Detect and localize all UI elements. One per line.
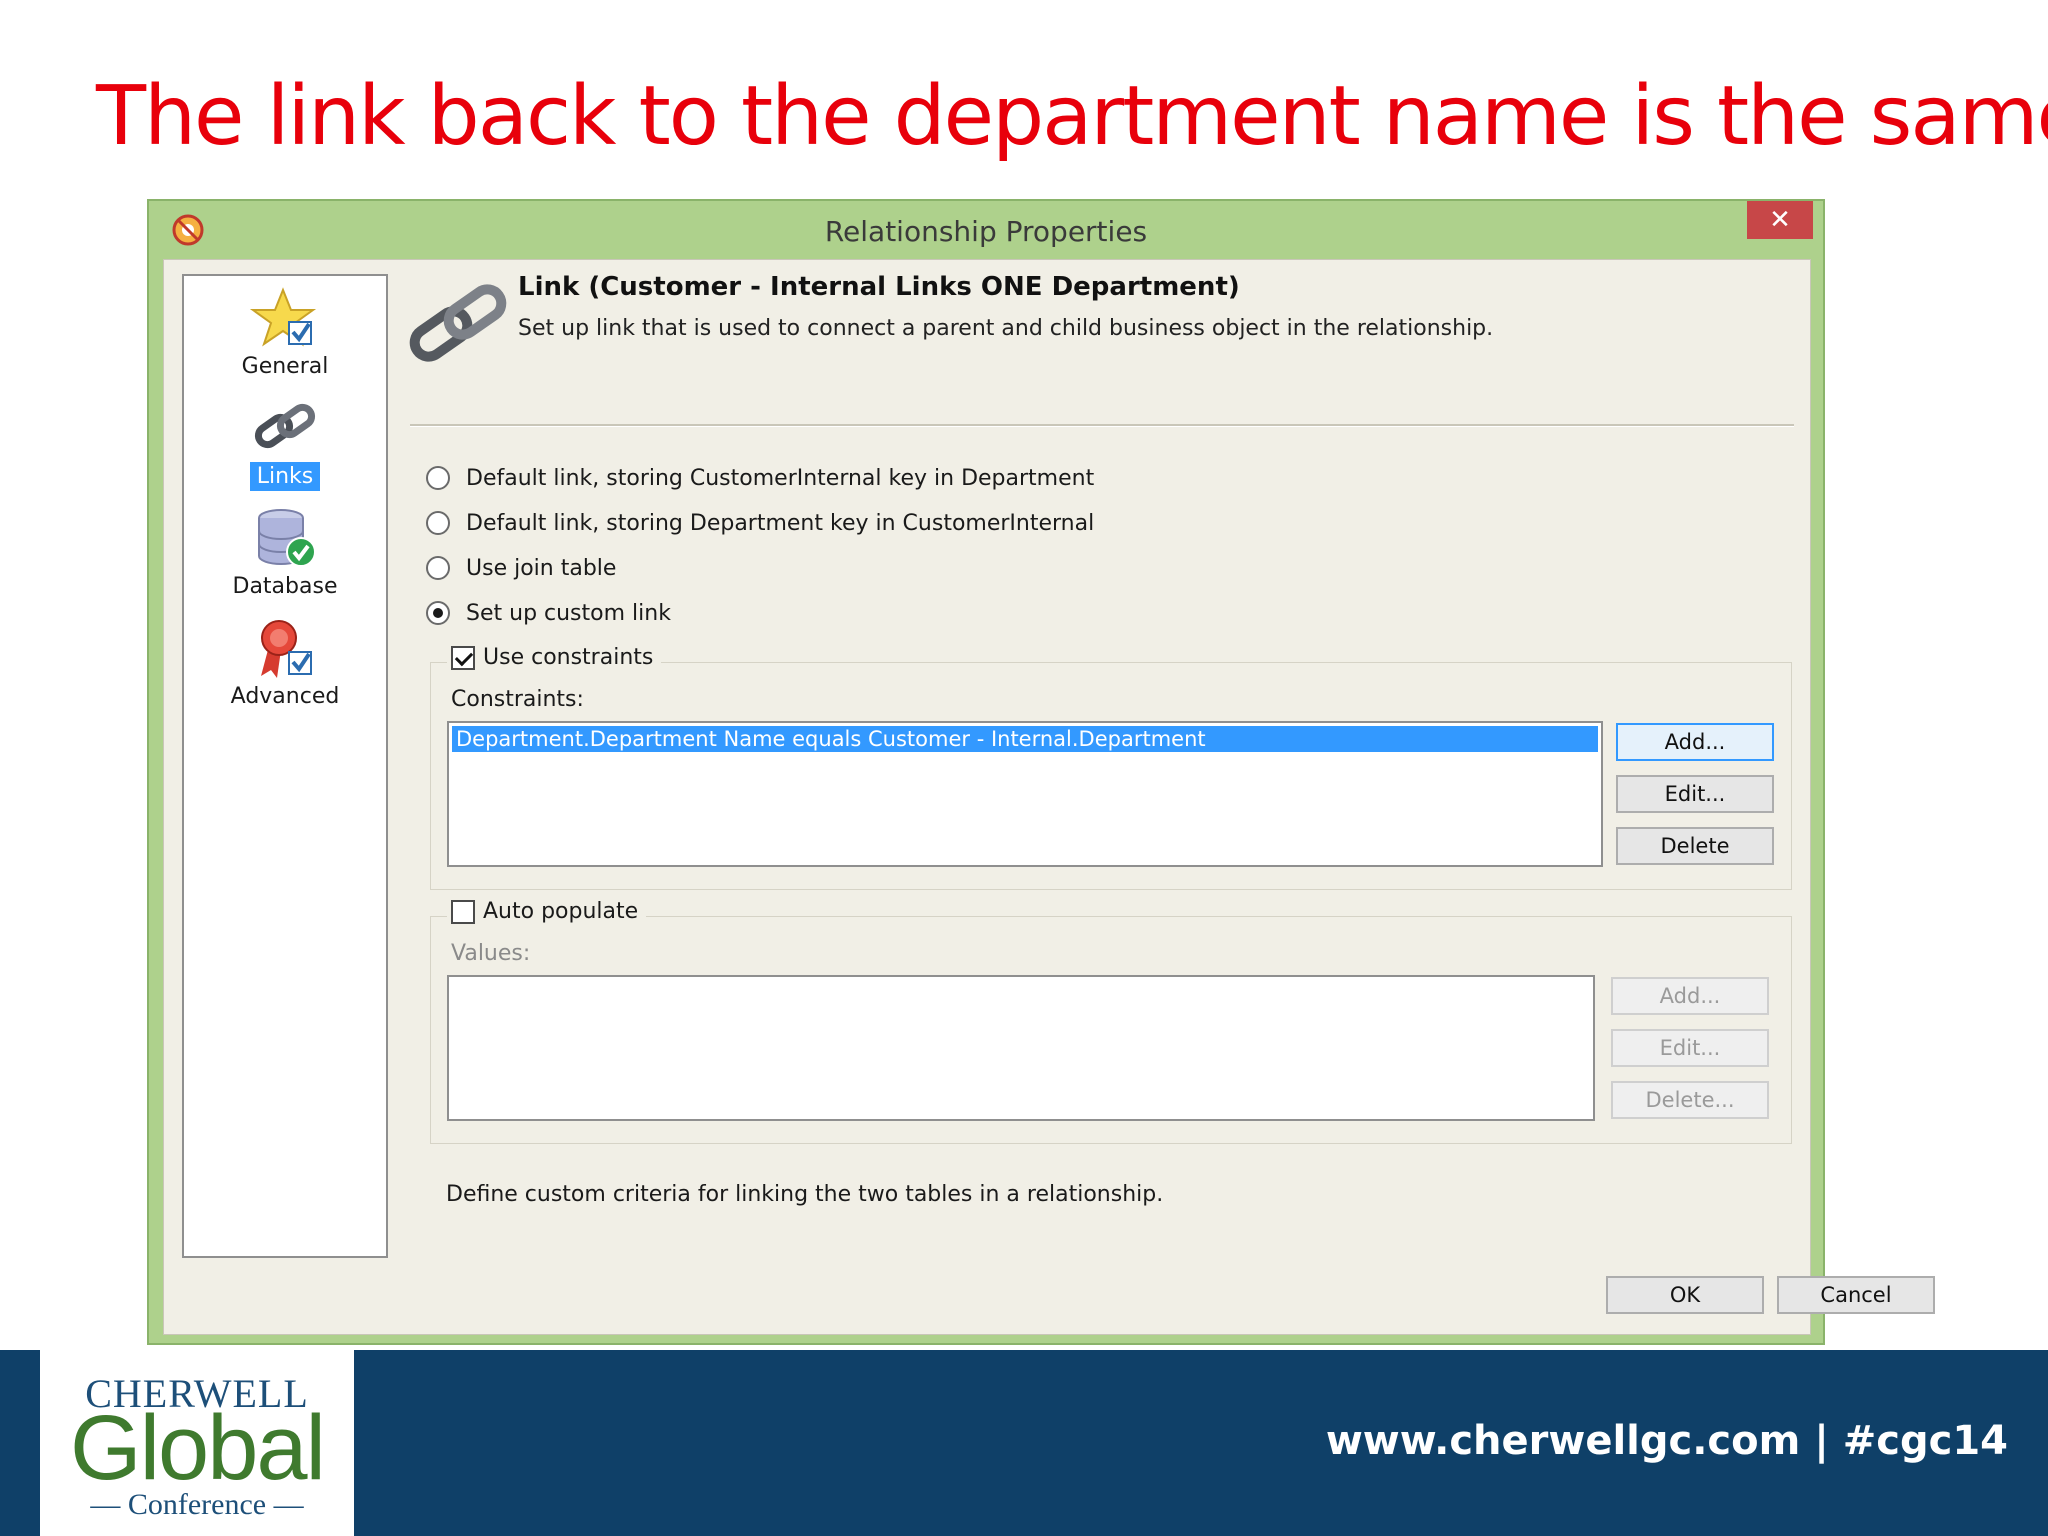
cancel-button[interactable]: Cancel (1777, 1276, 1935, 1314)
use-constraints-toggle[interactable]: Use constraints (447, 645, 662, 670)
dialog-titlebar[interactable]: Relationship Properties ✕ (149, 201, 1823, 261)
chain-link-icon (409, 284, 507, 362)
footer-description: Define custom criteria for linking the t… (446, 1182, 1164, 1207)
radio-use-join-table[interactable]: Use join table (426, 552, 616, 584)
radio-button[interactable] (426, 466, 450, 490)
radio-label: Set up custom link (466, 600, 671, 626)
radio-label: Default link, storing Department key in … (466, 510, 1095, 536)
sidebar-item-general[interactable]: General (184, 286, 386, 381)
radio-button[interactable] (426, 511, 450, 535)
conference-logo: CHERWELL Global — Conference — (40, 1350, 354, 1536)
checkbox-label: Use constraints (483, 645, 654, 670)
checkbox-label: Auto populate (483, 899, 639, 924)
star-check-icon (249, 287, 317, 347)
dialog-client-area: General Links Database Advanced Link (Cu… (163, 259, 1935, 1335)
sidebar-item-links[interactable]: Links (184, 396, 386, 491)
radio-button[interactable] (426, 556, 450, 580)
add-constraint-button[interactable]: Add... (1616, 723, 1774, 761)
chain-link-icon (254, 403, 316, 449)
auto-populate-checkbox[interactable] (451, 899, 475, 924)
radio-label: Default link, storing CustomerInternal k… (466, 465, 1095, 491)
auto-populate-toggle[interactable]: Auto populate (447, 899, 647, 924)
relationship-properties-dialog: Relationship Properties ✕ General Links (147, 199, 1935, 1345)
add-value-button[interactable]: Add... (1611, 977, 1769, 1015)
list-item[interactable]: Department.Department Name equals Custom… (452, 726, 1598, 752)
database-check-icon (258, 509, 316, 567)
values-list[interactable] (447, 975, 1595, 1121)
radio-default-link-customerinternal-key[interactable]: Default link, storing CustomerInternal k… (426, 462, 1094, 494)
page-description: Set up link that is used to connect a pa… (518, 316, 1494, 341)
page-title: Link (Customer - Internal Links ONE Depa… (518, 272, 1240, 302)
delete-value-button[interactable]: Delete... (1611, 1081, 1769, 1119)
sidebar-item-label: Advanced (230, 684, 340, 709)
edit-value-button[interactable]: Edit... (1611, 1029, 1769, 1067)
constraints-label: Constraints: (451, 687, 584, 712)
ok-button[interactable]: OK (1606, 1276, 1764, 1314)
constraints-list[interactable]: Department.Department Name equals Custom… (447, 721, 1603, 867)
ribbon-check-icon (261, 620, 312, 678)
footer-banner: CHERWELL Global — Conference — www.cherw… (0, 1350, 2048, 1536)
use-constraints-checkbox[interactable] (451, 645, 475, 670)
sidebar-item-label: General (241, 354, 329, 379)
radio-button[interactable] (426, 601, 450, 625)
header-separator (410, 424, 1794, 427)
sidebar-item-database[interactable]: Database (184, 506, 386, 601)
values-group: Auto populate Values: Add... Edit... Del… (430, 899, 1792, 1144)
constraints-group: Use constraints Constraints: Department.… (430, 645, 1792, 890)
edit-constraint-button[interactable]: Edit... (1616, 775, 1774, 813)
slide-title: The link back to the department name is … (96, 69, 2048, 164)
logo-conference: — Conference — (90, 1488, 304, 1521)
logo-global: Global (70, 1397, 326, 1499)
close-button[interactable]: ✕ (1747, 201, 1813, 239)
radio-set-up-custom-link[interactable]: Set up custom link (426, 597, 671, 629)
sidebar-item-advanced[interactable]: Advanced (184, 616, 386, 711)
conference-url: www.cherwellgc.com | #cgc14 (1325, 1418, 2008, 1464)
sidebar-item-label: Links (249, 462, 321, 491)
values-label: Values: (451, 941, 531, 966)
delete-constraint-button[interactable]: Delete (1616, 827, 1774, 865)
radio-default-link-department-key[interactable]: Default link, storing Department key in … (426, 507, 1094, 539)
property-page-list: General Links Database Advanced (182, 274, 388, 1258)
radio-label: Use join table (466, 555, 617, 581)
sidebar-item-label: Database (232, 574, 338, 599)
dialog-title: Relationship Properties (824, 215, 1148, 248)
